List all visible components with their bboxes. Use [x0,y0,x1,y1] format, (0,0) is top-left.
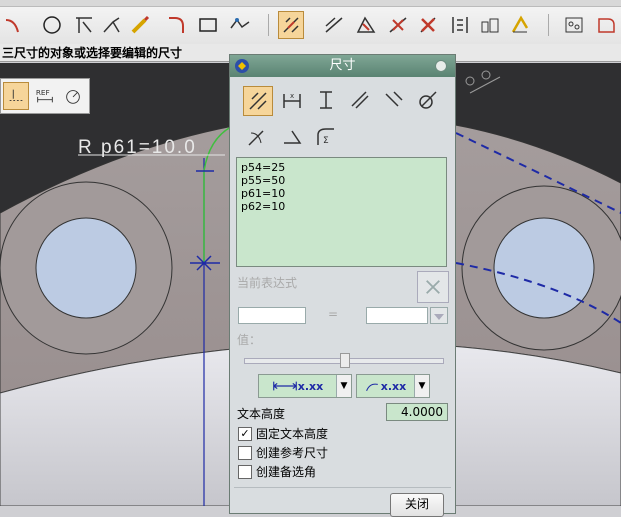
dimension-label[interactable]: R p61=10.0 [78,137,197,158]
mirror-icon[interactable] [416,12,440,38]
left-hole [35,217,137,319]
extend-icon[interactable] [100,12,124,38]
sheet-icon[interactable] [594,12,618,38]
equals-sign: = [328,307,339,321]
list-item[interactable]: p54=25 [241,161,442,174]
toolbar-separator [548,14,549,36]
x-icon [426,280,440,294]
trim-icon[interactable] [72,12,96,38]
perimeter-dimension-icon[interactable]: Σ [312,123,340,151]
angular-dimension-icon[interactable] [278,123,306,151]
close-button[interactable]: 关闭 [390,493,444,517]
combo-face: x.xx [357,375,414,397]
diameter-dimension-icon[interactable] [414,86,442,114]
current-expression-label: 当前表达式 [237,276,298,290]
chevron-down-icon[interactable]: ▼ [336,375,351,397]
delete-expression-button[interactable] [417,271,449,303]
arrow-down-icon [434,314,444,320]
circle-icon[interactable] [40,12,64,38]
text-height-field[interactable]: 4.0000 [386,403,448,421]
text-height-label: 文本高度 [237,407,286,421]
chevron-down-icon[interactable]: ▼ [414,375,429,397]
svg-text:Σ: Σ [323,136,329,146]
fillet-icon[interactable] [164,12,188,38]
rectangle-icon[interactable] [196,12,220,38]
expression-value-field[interactable] [366,307,428,324]
divider [234,487,451,488]
rotate-icon[interactable] [61,83,85,109]
dialog-close-dot-icon[interactable] [435,60,447,72]
list-item[interactable]: p62=10 [241,200,442,213]
dimension-type-combo[interactable]: x.xx ▼ [258,374,352,398]
inferred-dimension-icon[interactable] [243,86,273,116]
parallel-dimension-icon[interactable] [346,86,374,114]
radius-dimension-icon[interactable] [243,123,271,151]
shape-icon[interactable] [562,12,586,38]
list-item[interactable]: p55=50 [241,174,442,187]
svg-text:x: x [290,92,294,100]
dimensions-dialog: 尺寸 x Σ p54=25 p55=50 p61=10 p62=10 当前表达式… [229,54,456,517]
checkbox-label: 创建参考尺寸 [256,446,329,460]
alternate-angle-checkbox[interactable] [238,465,252,479]
dimension-style-combo[interactable]: x.xx ▼ [356,374,430,398]
toolbar-top-strip [0,0,621,7]
grid-icon[interactable] [448,12,472,38]
combo-face: x.xx [259,375,336,397]
value-slider-thumb[interactable] [340,353,350,368]
list-item[interactable]: p61=10 [241,187,442,200]
dimension-icon[interactable] [278,11,304,39]
pencil-icon[interactable] [128,12,152,38]
convert-ref-icon[interactable] [386,12,410,38]
constraint-icon[interactable] [322,12,346,38]
leader-icon [365,383,378,392]
app-logo-icon [235,59,249,73]
right-hole [493,217,595,319]
expression-name-field[interactable] [238,307,306,324]
offset-icon[interactable] [478,12,502,38]
value-down-button[interactable] [430,307,448,324]
svg-text:REF: REF [36,88,50,97]
table-icon[interactable] [508,12,532,38]
combo-text: x.xx [297,379,324,393]
snap-point-icon[interactable] [3,82,29,110]
vertical-dimension-icon[interactable] [312,86,340,114]
dialog-titlebar[interactable]: 尺寸 [230,55,455,77]
checkbox-label: 固定文本高度 [256,427,329,441]
toolbar-separator [268,14,269,36]
value-label: 值： [237,333,262,347]
arrow-dim-icon [272,381,297,391]
horizontal-dimension-icon[interactable]: x [278,86,306,114]
main-toolbar [0,0,621,45]
combo-text: x.xx [380,379,407,393]
arc-icon[interactable] [2,12,26,38]
reference-dimension-checkbox[interactable] [238,446,252,460]
checkbox-label: 创建备选角 [256,465,317,479]
ref-icon[interactable]: REF [33,83,57,109]
fixed-text-height-checkbox[interactable]: ✓ [238,427,252,441]
selection-bar: REF [0,78,90,114]
perpendicular-dimension-icon[interactable] [380,86,408,114]
profile-icon[interactable] [228,12,252,38]
show-constraints-icon[interactable] [354,12,378,38]
dialog-title: 尺寸 [329,58,356,73]
expression-list[interactable]: p54=25 p55=50 p61=10 p62=10 [236,157,447,267]
